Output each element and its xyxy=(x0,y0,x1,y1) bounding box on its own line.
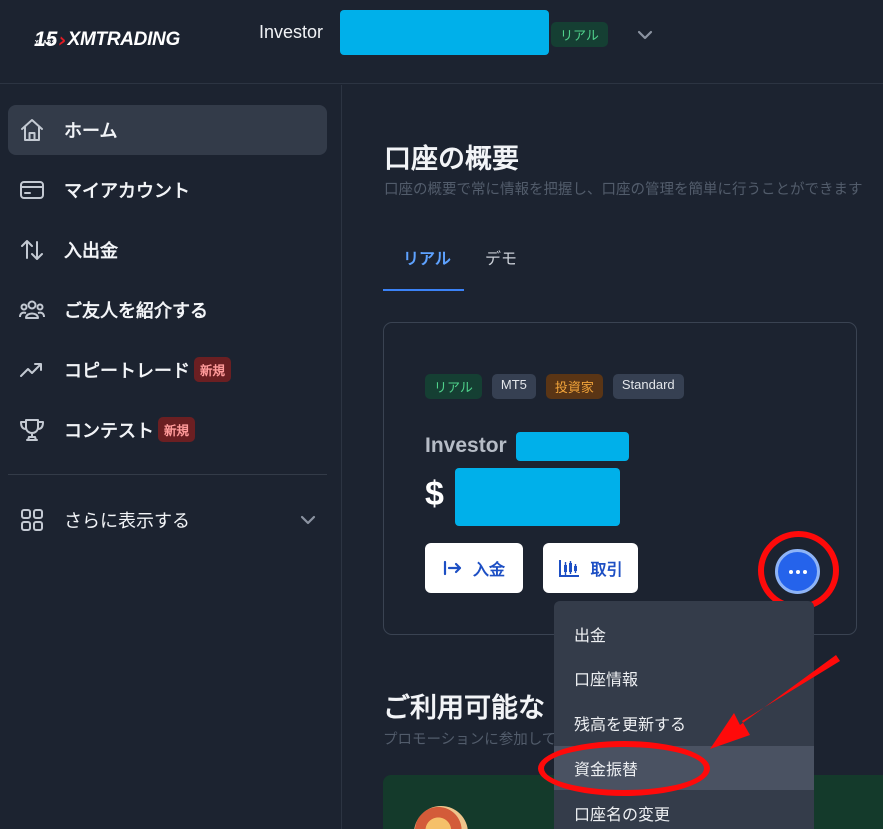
account-card-name: Investor xyxy=(425,434,507,457)
annotation-ellipse xyxy=(538,741,710,796)
login-arrow-icon xyxy=(443,560,462,576)
sidebar-show-more[interactable]: さらに表示する xyxy=(8,495,327,545)
sidebar-item-deposit-withdraw[interactable]: 入出金 xyxy=(8,225,327,275)
top-bar: 15 YEARS › XMTRADING Investor リアル xyxy=(0,0,883,84)
sidebar-item-my-account[interactable]: マイアカウント xyxy=(8,165,327,215)
home-icon xyxy=(21,119,43,141)
card-icon xyxy=(20,181,44,199)
sidebar-item-label: 入出金 xyxy=(64,241,118,262)
grid-icon xyxy=(21,509,43,531)
new-badge: 新規 xyxy=(158,417,196,442)
account-badges: リアル MT5 投資家 Standard xyxy=(425,374,684,399)
xm-logo[interactable]: 15 YEARS › XMTRADING xyxy=(34,20,180,50)
annotation-circle xyxy=(758,531,839,610)
menu-item-rename-account[interactable]: 口座名の変更 xyxy=(554,791,814,829)
badge-investor: 投資家 xyxy=(545,374,603,399)
badge-platform: MT5 xyxy=(491,374,536,399)
sidebar-item-contest[interactable]: コンテスト 新規 xyxy=(8,405,327,455)
tab-demo[interactable]: デモ xyxy=(485,245,517,269)
page-subtitle: 口座の概要で常に情報を把握し、口座の管理を簡単に行うことができます xyxy=(384,182,863,198)
section-subtitle: プロモーションに参加して豪 xyxy=(383,732,571,748)
sidebar-more-label: さらに表示する xyxy=(64,511,190,532)
sidebar: ホーム マイアカウント 入出金 ご友人を紹介する コピートレード 新規 コンテス… xyxy=(0,85,342,829)
trade-button-label: 取引 xyxy=(590,560,623,579)
logo-chevron-icon: › xyxy=(58,28,67,52)
redacted-balance xyxy=(455,468,620,526)
chevron-down-icon xyxy=(300,515,316,525)
transfer-arrows-icon xyxy=(21,240,43,260)
candlestick-icon xyxy=(559,560,580,577)
redacted-account-number xyxy=(340,10,549,55)
new-badge: 新規 xyxy=(194,357,232,382)
logo-years-sub: YEARS xyxy=(35,40,56,46)
active-tab-indicator xyxy=(383,289,464,291)
annotation-arrow-icon xyxy=(710,655,840,749)
sidebar-item-label: コピートレード 新規 xyxy=(64,357,232,383)
trending-up-icon xyxy=(20,363,42,377)
deposit-button[interactable]: 入金 xyxy=(425,543,523,593)
badge-real: リアル xyxy=(425,374,482,399)
sidebar-item-refer-friends[interactable]: ご友人を紹介する xyxy=(8,285,327,335)
sidebar-item-home[interactable]: ホーム xyxy=(8,105,327,155)
badge-account-type: Standard xyxy=(612,374,684,399)
tab-real[interactable]: リアル xyxy=(403,245,451,269)
section-title: ご利用可能な xyxy=(383,693,545,724)
sidebar-item-label: ホーム xyxy=(64,121,118,142)
users-icon xyxy=(19,300,45,319)
sidebar-item-copy-trade[interactable]: コピートレード 新規 xyxy=(8,345,327,395)
page-title: 口座の概要 xyxy=(384,144,519,175)
account-name: Investor xyxy=(259,22,324,42)
logo-brand: XMTRADING xyxy=(67,29,181,51)
trade-button[interactable]: 取引 xyxy=(543,543,638,593)
deposit-button-label: 入金 xyxy=(472,560,505,579)
account-switch-chevron-icon[interactable] xyxy=(634,24,656,46)
account-type-badge: リアル xyxy=(551,22,608,47)
currency-symbol: $ xyxy=(425,475,444,513)
sidebar-item-label: ご友人を紹介する xyxy=(64,301,208,322)
redacted-account-id xyxy=(516,432,629,461)
sidebar-item-label: コンテスト 新規 xyxy=(64,417,196,443)
sidebar-divider xyxy=(8,474,327,475)
trophy-icon xyxy=(20,419,44,441)
sidebar-item-label: マイアカウント xyxy=(64,181,190,202)
menu-item-withdraw[interactable]: 出金 xyxy=(554,612,814,656)
